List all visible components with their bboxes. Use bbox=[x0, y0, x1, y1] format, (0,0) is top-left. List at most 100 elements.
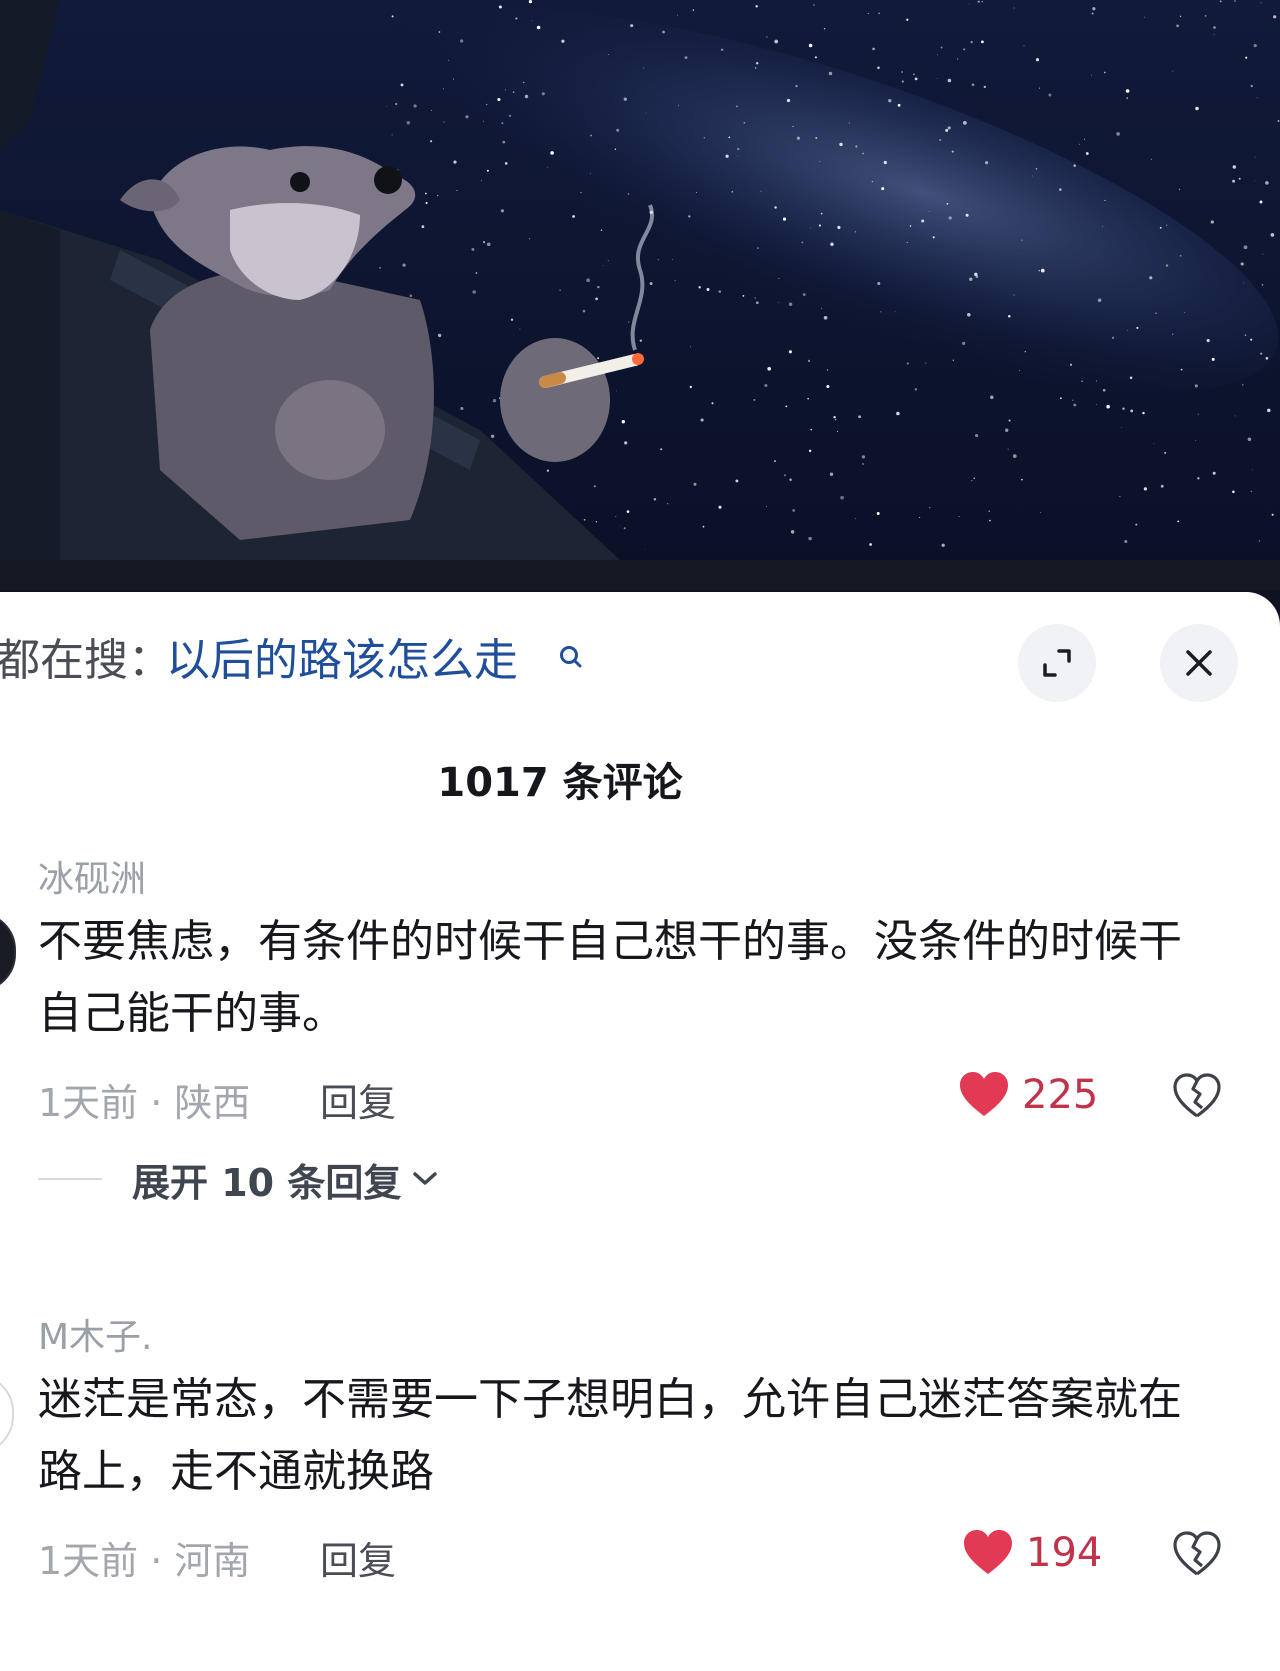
reply-button[interactable]: 回复 bbox=[320, 1530, 396, 1585]
star bbox=[616, 390, 617, 392]
star bbox=[967, 313, 971, 317]
star bbox=[737, 155, 739, 157]
star bbox=[813, 4, 815, 6]
star bbox=[465, 115, 469, 119]
star bbox=[766, 36, 768, 38]
comment-username[interactable]: M木子. bbox=[38, 1308, 153, 1360]
star bbox=[391, 15, 394, 18]
expand-button[interactable] bbox=[1018, 624, 1096, 702]
star bbox=[531, 20, 533, 22]
star bbox=[975, 275, 979, 278]
star bbox=[837, 225, 841, 230]
like-button[interactable]: 194 bbox=[962, 1528, 1102, 1578]
star bbox=[1250, 490, 1252, 493]
star bbox=[1270, 233, 1275, 237]
star bbox=[754, 297, 756, 299]
close-button[interactable] bbox=[1160, 624, 1238, 702]
star bbox=[826, 384, 830, 389]
star bbox=[627, 193, 630, 195]
star bbox=[788, 302, 793, 307]
comment-text: 不要焦虑，有条件的时候干自己想干的事。没条件的时候干自己能干的事。 bbox=[38, 916, 1182, 1039]
star bbox=[690, 346, 692, 348]
star bbox=[1261, 284, 1264, 286]
star bbox=[1195, 106, 1199, 111]
star bbox=[970, 41, 973, 44]
star bbox=[644, 548, 646, 550]
star bbox=[1258, 540, 1261, 542]
star bbox=[1259, 200, 1263, 204]
star bbox=[963, 48, 966, 51]
star bbox=[1243, 245, 1248, 250]
star bbox=[536, 25, 541, 30]
star bbox=[854, 518, 856, 520]
comment-username[interactable]: 冰砚洲 bbox=[38, 850, 146, 902]
star bbox=[1234, 415, 1236, 417]
star bbox=[1127, 330, 1129, 331]
avatar[interactable] bbox=[0, 912, 16, 992]
star bbox=[901, 80, 904, 83]
like-button[interactable]: 225 bbox=[958, 1070, 1098, 1120]
star bbox=[471, 247, 475, 251]
star bbox=[897, 103, 901, 107]
star bbox=[619, 525, 621, 527]
star bbox=[1005, 428, 1009, 432]
star bbox=[662, 30, 665, 34]
star bbox=[1143, 487, 1147, 491]
star bbox=[528, 238, 531, 240]
star bbox=[1013, 294, 1015, 296]
trending-search[interactable]: 都在搜： 以后的路该怎么走 bbox=[0, 632, 1000, 690]
star bbox=[597, 357, 600, 360]
star bbox=[801, 241, 804, 244]
star bbox=[839, 142, 843, 147]
star bbox=[862, 152, 864, 155]
trending-search-query[interactable]: 以后的路该怎么走 bbox=[166, 632, 518, 690]
star bbox=[952, 359, 954, 361]
star bbox=[1102, 388, 1106, 392]
star bbox=[443, 88, 444, 90]
star bbox=[1179, 15, 1182, 18]
star bbox=[760, 190, 762, 192]
comment-count-title: 1017 条评论 bbox=[437, 760, 683, 806]
star bbox=[643, 67, 645, 69]
star bbox=[645, 112, 647, 114]
star bbox=[700, 418, 704, 422]
star bbox=[519, 328, 521, 330]
star bbox=[657, 259, 659, 261]
star bbox=[1271, 513, 1274, 516]
star bbox=[1073, 403, 1077, 407]
star bbox=[602, 265, 604, 267]
star bbox=[678, 104, 680, 106]
star bbox=[1126, 97, 1129, 99]
star bbox=[833, 415, 836, 419]
star bbox=[547, 166, 549, 168]
star bbox=[459, 39, 464, 43]
star bbox=[973, 477, 975, 479]
star bbox=[702, 525, 705, 528]
broken-heart-icon[interactable] bbox=[1172, 1072, 1222, 1120]
star bbox=[743, 121, 746, 124]
star bbox=[808, 536, 812, 541]
star bbox=[1265, 181, 1269, 185]
expand-replies-button[interactable]: 展开 10 条回复 bbox=[38, 1154, 439, 1205]
star bbox=[582, 309, 586, 313]
reply-button[interactable]: 回复 bbox=[320, 1072, 396, 1127]
star bbox=[1035, 167, 1038, 170]
star bbox=[1232, 165, 1237, 169]
star bbox=[1273, 15, 1277, 19]
star bbox=[504, 162, 508, 165]
star bbox=[626, 510, 630, 513]
broken-heart-icon[interactable] bbox=[1172, 1530, 1222, 1578]
star bbox=[501, 122, 504, 125]
star bbox=[1254, 156, 1256, 158]
avatar[interactable] bbox=[0, 1374, 14, 1454]
star bbox=[1150, 158, 1152, 160]
star bbox=[725, 154, 729, 158]
star bbox=[735, 479, 739, 483]
star bbox=[940, 46, 943, 49]
star bbox=[946, 203, 949, 205]
star bbox=[677, 14, 678, 16]
star bbox=[1038, 87, 1041, 89]
star bbox=[1267, 408, 1271, 413]
star bbox=[755, 301, 759, 305]
star bbox=[731, 190, 734, 193]
